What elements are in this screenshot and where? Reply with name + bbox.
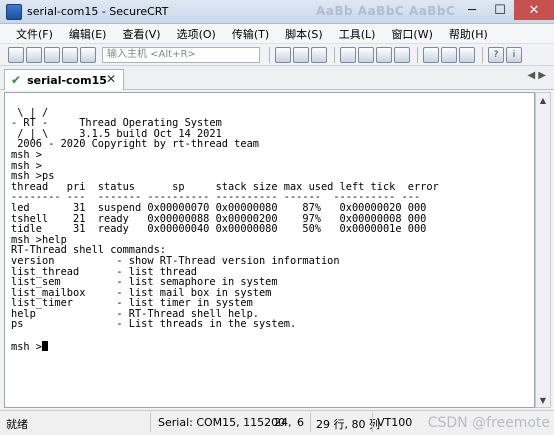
menu-view[interactable]: 查看(V) — [114, 26, 168, 42]
menu-window[interactable]: 窗口(W) — [383, 26, 440, 42]
securecrt-app-icon — [6, 3, 22, 20]
status-cursor-col: 6 — [297, 416, 304, 429]
toolbar-separator — [417, 46, 418, 63]
terminal-line: msh > — [11, 340, 534, 352]
terminal-output[interactable]: \ | / - RT - Thread Operating System / | … — [4, 92, 535, 408]
menu-options[interactable]: 选项(O) — [169, 26, 224, 42]
csdn-watermark: CSDN @freemote — [427, 415, 550, 431]
menu-help[interactable]: 帮助(H) — [441, 26, 496, 42]
minimize-button[interactable]: ─ — [458, 0, 486, 20]
window-title: serial-com15 - SecureCRT — [27, 5, 169, 18]
menu-file[interactable]: 文件(F) — [8, 26, 61, 42]
session-tab[interactable]: ✔ serial-com15 ✕ — [4, 69, 124, 90]
status-emulation: VT100 — [377, 416, 413, 429]
log-icon[interactable] — [376, 46, 392, 63]
tab-scroll-arrows[interactable]: ◀ ▶ — [527, 70, 546, 81]
help-icon[interactable]: ? — [488, 46, 504, 63]
menu-bar: 文件(F) 编辑(E) 查看(V) 选项(O) 传输(T) 脚本(S) 工具(L… — [0, 24, 554, 44]
toolbar-separator — [482, 46, 483, 63]
title-decoration: AaBb AaBbC AaBbC — [316, 4, 456, 18]
menu-script[interactable]: 脚本(S) — [277, 26, 331, 42]
window-controls: ─ ☐ ✕ — [458, 0, 554, 22]
tab-close-icon[interactable]: ✕ — [106, 72, 116, 86]
connect-in-tab-icon[interactable] — [44, 46, 60, 63]
terminal-line: 2006 - 2020 Copyright by rt-thread team — [11, 138, 259, 151]
disconnect-icon[interactable] — [80, 46, 96, 63]
session-tab-label: serial-com15 — [27, 73, 107, 87]
quick-connect-icon[interactable] — [26, 46, 42, 63]
print-selection-icon[interactable] — [358, 46, 374, 63]
global-options-icon[interactable] — [441, 46, 457, 63]
status-terminal-size: 29 行, 80 列 — [316, 418, 380, 431]
terminal-line: version - show RT-Thread version informa… — [11, 254, 340, 267]
session-options-icon[interactable] — [423, 46, 439, 63]
find-icon[interactable] — [311, 46, 327, 63]
close-window-button[interactable]: ✕ — [514, 0, 554, 20]
terminal-cursor — [42, 340, 48, 351]
maximize-button[interactable]: ☐ — [486, 0, 514, 20]
menu-edit[interactable]: 编辑(E) — [61, 26, 115, 42]
terminal-line: msh > — [11, 148, 42, 161]
connected-check-icon: ✔ — [11, 73, 22, 87]
status-ready: 就绪 — [6, 418, 28, 431]
copy-icon[interactable] — [275, 46, 291, 63]
menu-transfer[interactable]: 传输(T) — [224, 26, 277, 42]
quick-connect-input[interactable]: 输入主机 <Alt+R> — [102, 46, 260, 63]
title-bar: serial-com15 - SecureCRT AaBb AaBbC AaBb… — [0, 0, 554, 24]
menu-tools[interactable]: 工具(L) — [331, 26, 384, 42]
paste-icon[interactable] — [293, 46, 309, 63]
status-cursor-row: 24, — [274, 416, 292, 429]
status-divider — [372, 413, 373, 432]
scroll-down-arrow-icon[interactable]: ▼ — [536, 393, 550, 407]
terminal-line: msh > — [11, 159, 42, 172]
toolbar-separator — [269, 46, 270, 63]
terminal-line: tidle 31 ready 0x00000040 0x00000080 50%… — [11, 223, 427, 236]
toolbar-separator — [334, 46, 335, 63]
sftp-icon[interactable] — [394, 46, 410, 63]
status-divider — [310, 413, 311, 432]
session-tab-strip: ✔ serial-com15 ✕ ◀ ▶ — [0, 66, 554, 90]
status-serial-info: Serial: COM15, 115200 — [158, 416, 286, 429]
toolbar: 输入主机 <Alt+R> ? i — [0, 44, 554, 66]
info-icon[interactable]: i — [506, 46, 522, 63]
terminal-scrollbar[interactable]: ▲ ▼ — [535, 92, 551, 408]
scroll-up-arrow-icon[interactable]: ▲ — [536, 93, 550, 107]
status-bar: 就绪 Serial: COM15, 115200 24, 6 29 行, 80 … — [0, 410, 554, 435]
terminal-line: ps - List threads in the system. — [11, 318, 297, 331]
status-divider — [150, 413, 151, 432]
reconnect-icon[interactable] — [62, 46, 78, 63]
connect-icon[interactable] — [8, 46, 24, 63]
print-icon[interactable] — [340, 46, 356, 63]
terminal-line: led 31 suspend 0x00000070 0x00000080 87%… — [11, 201, 427, 214]
keymap-icon[interactable] — [459, 46, 475, 63]
